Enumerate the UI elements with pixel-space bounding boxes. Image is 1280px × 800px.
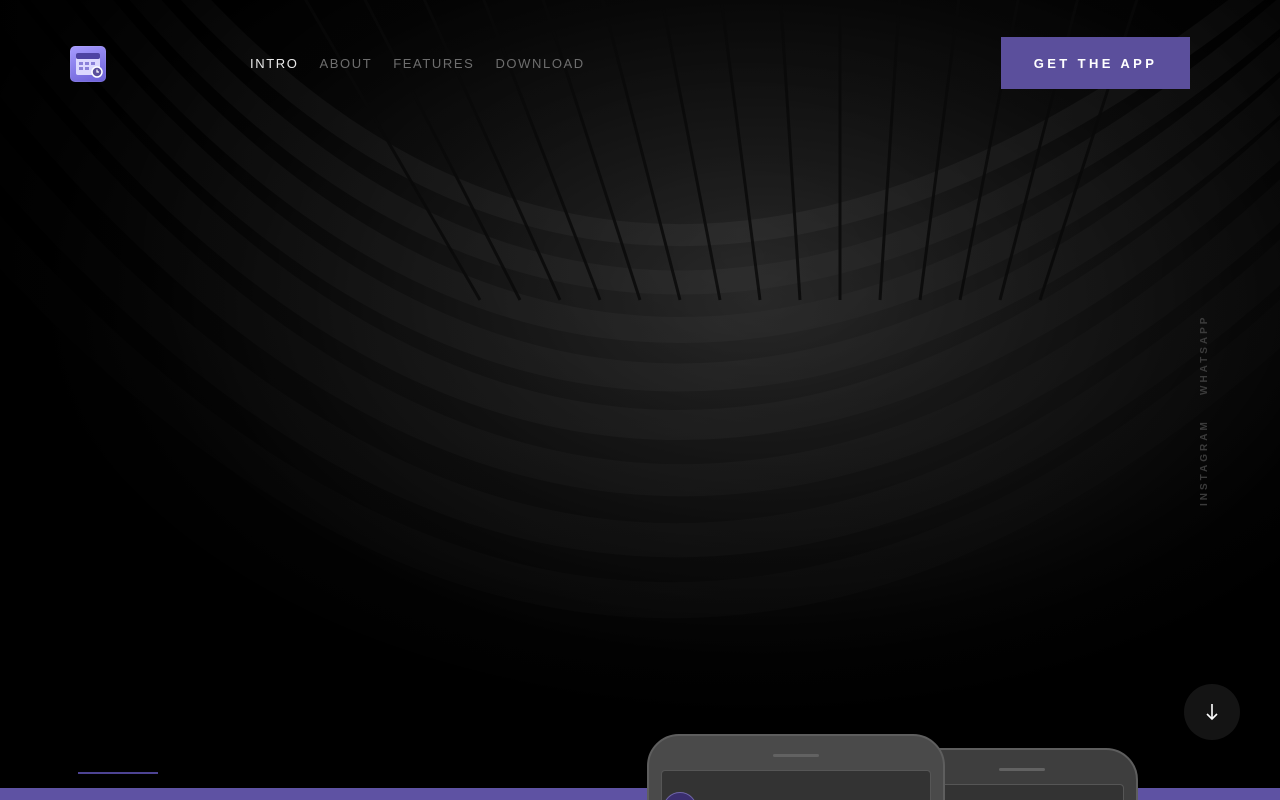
main-nav: INTRO ABOUT FEATURES DOWNLOAD	[250, 56, 585, 71]
social-link-instagram[interactable]: INSTAGRAM	[1199, 408, 1223, 506]
nav-link-about[interactable]: ABOUT	[319, 56, 372, 71]
app-logo-icon[interactable]	[70, 46, 106, 82]
nav-link-intro[interactable]: INTRO	[250, 56, 298, 71]
hero-background	[0, 0, 1280, 800]
nav-link-download[interactable]: DOWNLOAD	[495, 56, 584, 71]
phone-speaker	[773, 754, 819, 757]
nav-link-features[interactable]: FEATURES	[393, 56, 474, 71]
phone-mockup-front	[647, 734, 945, 800]
arrow-down-icon	[1206, 704, 1218, 721]
scroll-down-button[interactable]	[1184, 684, 1240, 740]
phone-speaker	[999, 768, 1045, 771]
phone-screen	[920, 784, 1124, 800]
social-links: WHATSAPP INSTAGRAM	[1199, 300, 1223, 510]
phone-screen	[661, 770, 931, 800]
calendar-icon	[76, 53, 103, 78]
hero-lattice-image	[0, 0, 1280, 800]
social-link-whatsapp[interactable]: WHATSAPP	[1199, 300, 1223, 395]
slide-indicator	[78, 772, 158, 774]
get-the-app-button[interactable]: GET THE APP	[1001, 37, 1190, 89]
